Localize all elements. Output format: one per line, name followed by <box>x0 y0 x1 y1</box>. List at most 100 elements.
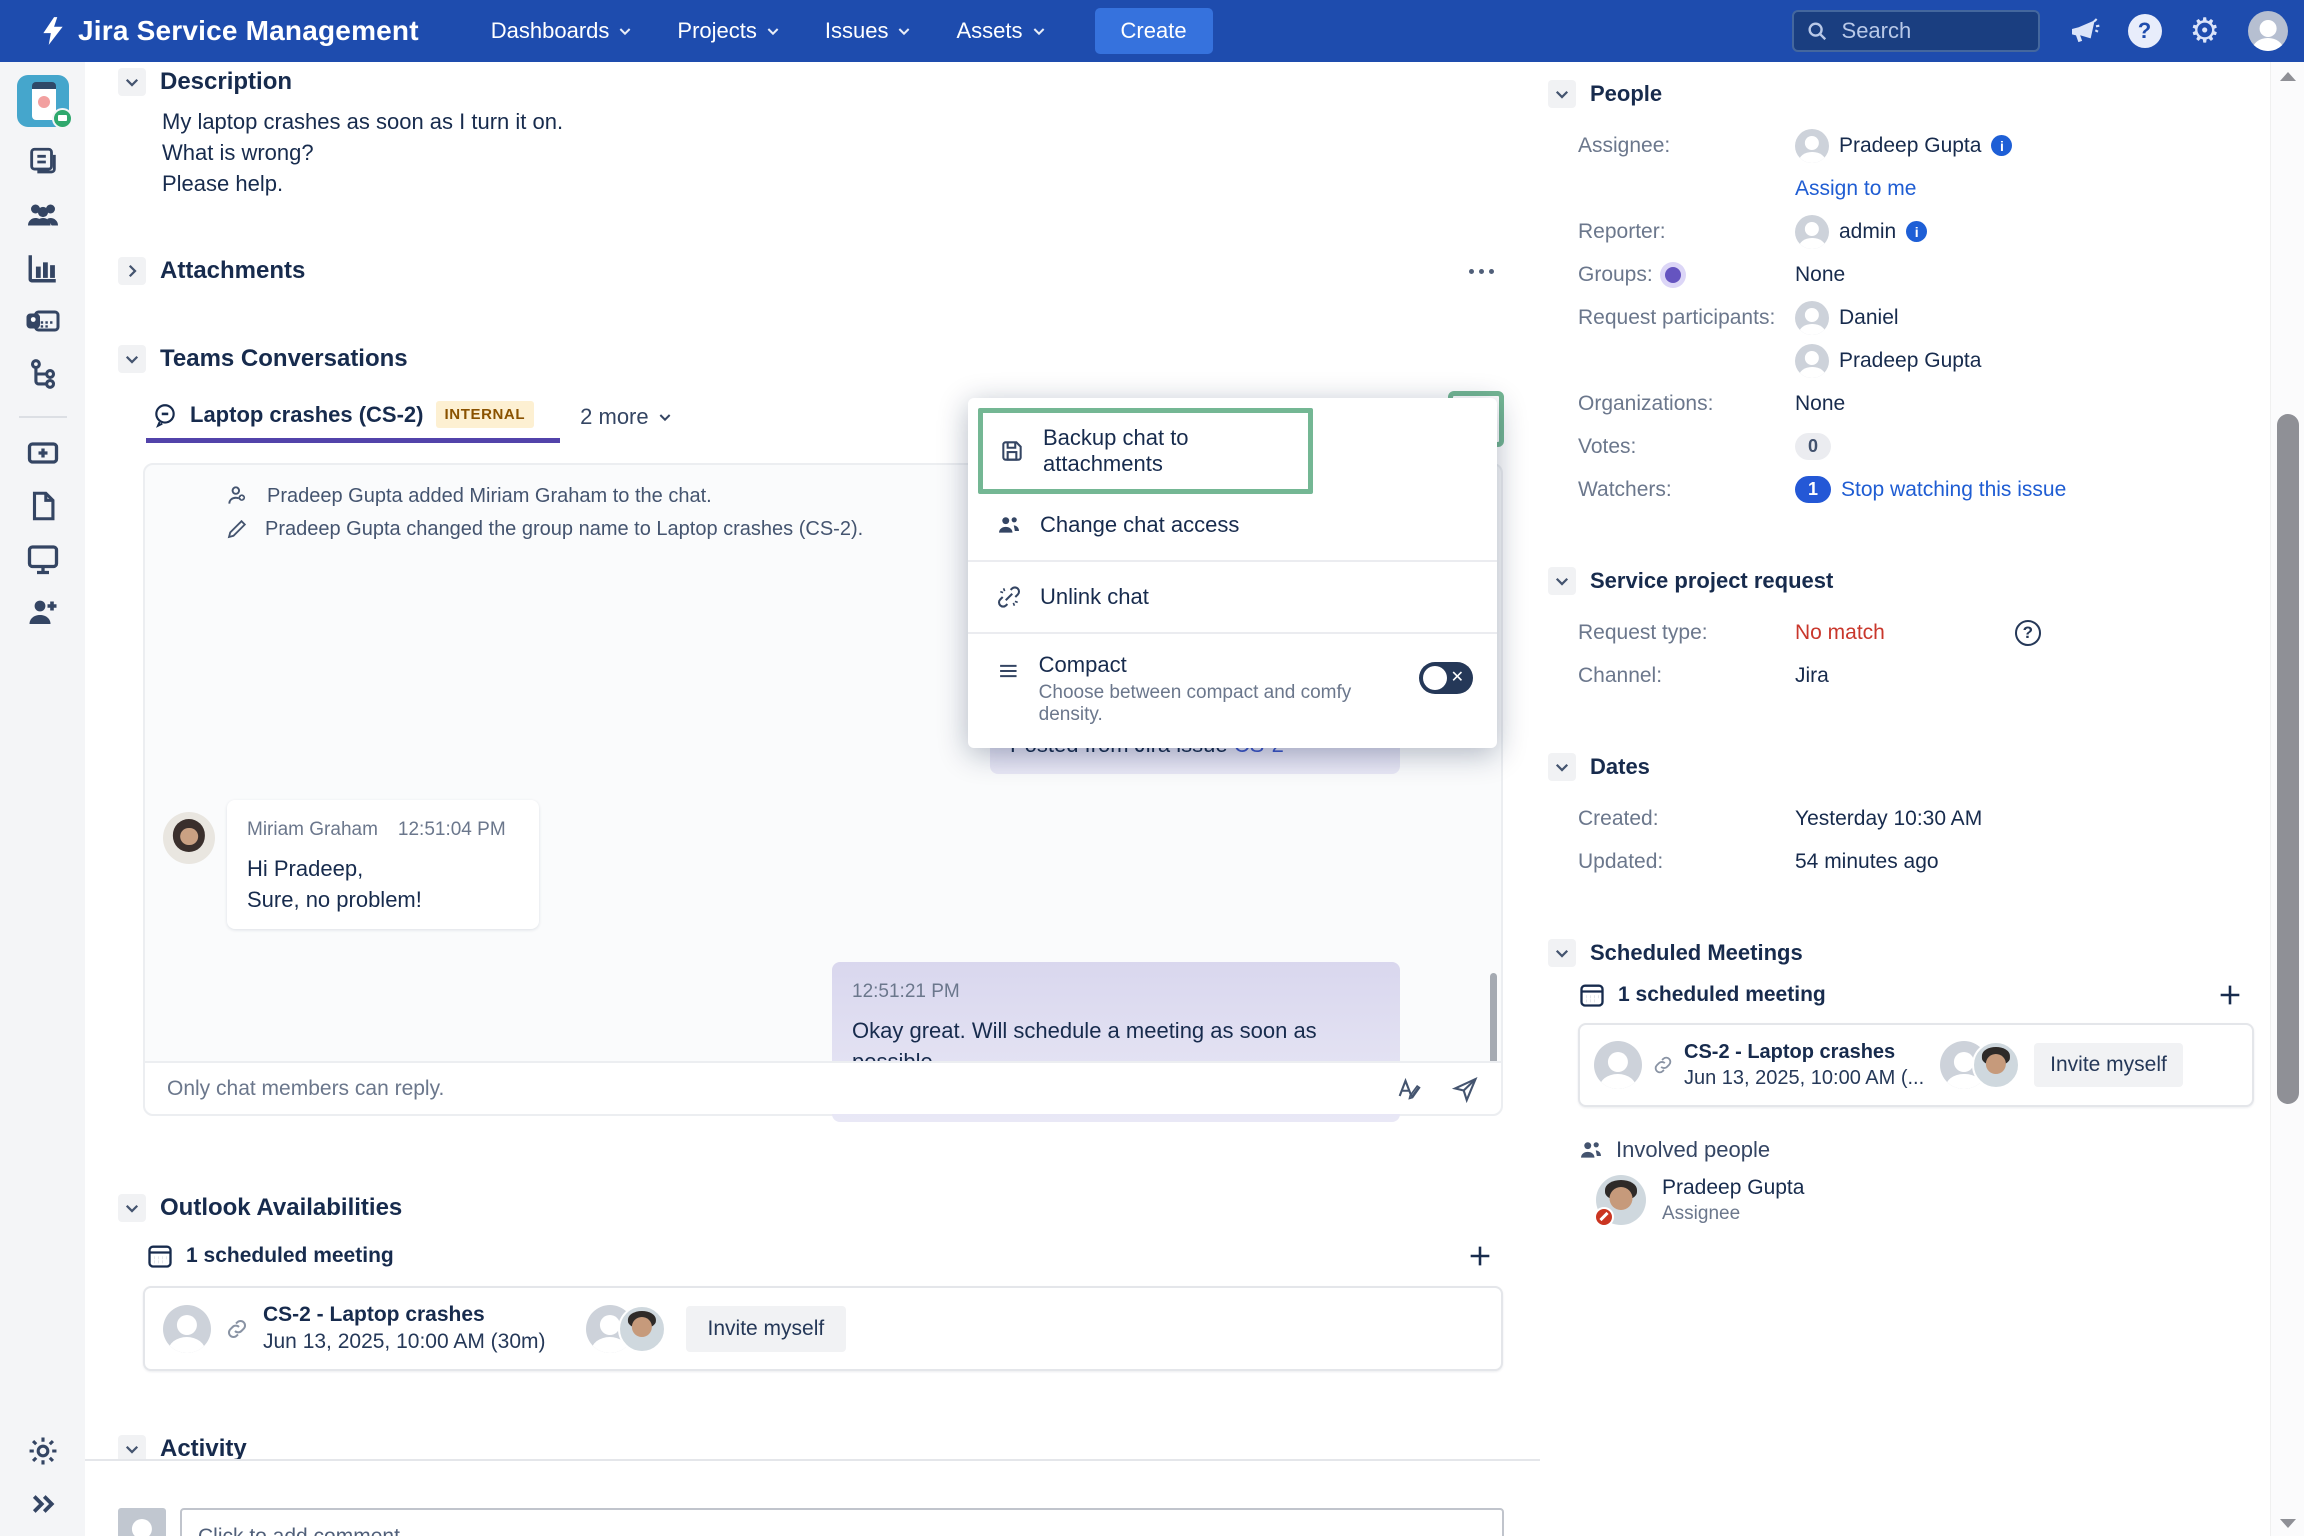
people-icon <box>1578 1137 1604 1163</box>
project-avatar[interactable] <box>17 75 69 127</box>
search-input[interactable] <box>1840 17 2010 45</box>
sidebar-item-invite[interactable] <box>25 594 61 630</box>
created-value: Yesterday 10:30 AM <box>1795 807 1982 831</box>
reporter-avatar <box>1795 215 1829 249</box>
outlook-title: Outlook Availabilities <box>160 1194 402 1222</box>
participant-avatar <box>1795 301 1829 335</box>
menu-item-change-access[interactable]: Change chat access <box>968 496 1497 554</box>
menu-item-unlink-chat[interactable]: Unlink chat <box>968 568 1497 626</box>
info-icon[interactable]: i <box>1906 221 1927 242</box>
teams-conversations-title: Teams Conversations <box>160 345 408 373</box>
jira-service-management-window: Jira Service Management Dashboards Proje… <box>0 0 2304 1536</box>
compact-toggle[interactable]: ✕ <box>1419 662 1473 694</box>
create-button[interactable]: Create <box>1095 8 1213 54</box>
internal-badge: INTERNAL <box>436 401 535 428</box>
gear-icon <box>26 1434 60 1468</box>
scroll-down-arrow[interactable] <box>2280 1519 2296 1528</box>
nav-menu-issues[interactable]: Issues <box>825 18 913 44</box>
collapse-teams-button[interactable] <box>118 345 146 373</box>
nav-menu-projects[interactable]: Projects <box>677 18 780 44</box>
info-icon[interactable]: i <box>1991 135 2012 156</box>
request-participants-row: Pradeep Gupta <box>1578 339 2270 382</box>
sidebar-item-queues[interactable] <box>25 144 61 180</box>
scroll-up-arrow[interactable] <box>2280 72 2296 81</box>
collapse-service-button[interactable] <box>1548 567 1576 595</box>
scrollbar-thumb[interactable] <box>2277 414 2299 1104</box>
face-illustration <box>38 96 50 108</box>
created-row: Created: Yesterday 10:30 AM <box>1578 797 2270 840</box>
sidebar-item-pages[interactable] <box>25 488 61 524</box>
reporter-name[interactable]: admin <box>1839 220 1896 244</box>
sidebar-item-structure[interactable] <box>25 356 61 392</box>
sidebar-item-customers[interactable] <box>25 197 61 233</box>
send-icon[interactable] <box>1451 1075 1479 1103</box>
activity-divider <box>85 1459 1540 1461</box>
expand-sidebar-button[interactable] <box>25 1486 61 1522</box>
participant-name[interactable]: Pradeep Gupta <box>1839 349 1981 373</box>
add-comment-field[interactable]: Click to add comment <box>180 1508 1504 1536</box>
megaphone-icon[interactable] <box>2068 15 2100 47</box>
add-meeting-button[interactable] <box>1466 1242 1494 1270</box>
chat-scrollbar-thumb[interactable] <box>1490 973 1497 1065</box>
attachments-more-button[interactable] <box>1459 259 1504 284</box>
watchers-row: Watchers: 1 Stop watching this issue <box>1578 468 2270 511</box>
calendar-icon <box>1578 981 1606 1009</box>
collapse-dates-button[interactable] <box>1548 753 1576 781</box>
sidebar-item-add-shortcut[interactable] <box>25 435 61 471</box>
menu-item-backup-chat[interactable]: Backup chat to attachments <box>983 413 1308 489</box>
global-search[interactable] <box>1792 10 2040 52</box>
toggle-knob <box>1423 666 1447 690</box>
groups-row: Groups: None <box>1578 253 2270 296</box>
sidebar-item-meetings[interactable] <box>25 303 61 339</box>
app-logo[interactable]: Jira Service Management <box>40 15 419 47</box>
more-tabs-dropdown[interactable]: 2 more <box>580 404 672 440</box>
meeting-title: CS-2 - Laptop crashes <box>263 1303 546 1327</box>
nav-menu-assets[interactable]: Assets <box>956 18 1046 44</box>
sidebar-item-displays[interactable] <box>25 541 61 577</box>
service-project-request-section: Service project request Request type: No… <box>1548 567 2270 697</box>
collapse-people-button[interactable] <box>1548 80 1576 108</box>
chevron-down-icon <box>123 350 141 368</box>
chevron-down-icon <box>765 23 781 39</box>
profile-avatar[interactable] <box>2248 11 2288 51</box>
people-group-icon <box>25 197 61 233</box>
chevron-right-icon <box>123 262 141 280</box>
page-scrollbar[interactable] <box>2270 62 2304 1536</box>
sidebar-item-reports[interactable] <box>25 250 61 286</box>
rb-meeting-time: Jun 13, 2025, 10:00 AM (... <box>1684 1067 1924 1090</box>
help-circle-icon[interactable]: ? <box>2015 620 2041 646</box>
nav-menu-dashboards[interactable]: Dashboards <box>491 18 634 44</box>
people-icon <box>996 512 1022 538</box>
invite-myself-button[interactable]: Invite myself <box>686 1306 847 1352</box>
toggle-off-x: ✕ <box>1451 667 1464 687</box>
dates-title: Dates <box>1590 754 1650 780</box>
chat-reply-bar: Only chat members can reply. <box>145 1061 1501 1114</box>
link-icon <box>1652 1054 1674 1076</box>
collapse-activity-button[interactable] <box>118 1435 146 1459</box>
chat-tab-laptop-crashes[interactable]: Laptop crashes (CS-2) INTERNAL <box>146 401 560 443</box>
chevron-down-icon <box>1553 85 1571 103</box>
rb-invite-myself-button[interactable]: Invite myself <box>2034 1043 2183 1087</box>
gear-icon[interactable]: ⚙ <box>2190 14 2220 48</box>
meeting-card[interactable]: CS-2 - Laptop crashes Jun 13, 2025, 10:0… <box>143 1286 1503 1371</box>
involved-person-name[interactable]: Pradeep Gupta <box>1662 1176 1804 1200</box>
description-line: What is wrong? <box>162 137 1504 168</box>
project-sidebar <box>0 62 85 1536</box>
rb-meeting-card[interactable]: CS-2 - Laptop crashes Jun 13, 2025, 10:0… <box>1578 1023 2254 1107</box>
link-icon <box>225 1317 249 1341</box>
activity-header-clipped: Activity <box>118 1435 1504 1459</box>
help-icon[interactable]: ? <box>2128 14 2162 48</box>
assign-to-me-link[interactable]: Assign to me <box>1795 177 1916 201</box>
collapse-outlook-button[interactable] <box>118 1194 146 1222</box>
project-settings-button[interactable] <box>25 1433 61 1469</box>
attachments-title: Attachments <box>160 257 305 285</box>
rb-add-meeting-button[interactable] <box>2216 981 2244 1009</box>
expand-attachments-button[interactable] <box>118 257 146 285</box>
format-text-icon[interactable] <box>1395 1075 1423 1103</box>
assignee-name[interactable]: Pradeep Gupta <box>1839 134 1981 158</box>
collapse-meetings-button[interactable] <box>1548 939 1576 967</box>
document-icon <box>26 489 60 523</box>
stop-watching-link[interactable]: Stop watching this issue <box>1841 478 2066 502</box>
collapse-description-button[interactable] <box>118 68 146 96</box>
participant-name[interactable]: Daniel <box>1839 306 1899 330</box>
